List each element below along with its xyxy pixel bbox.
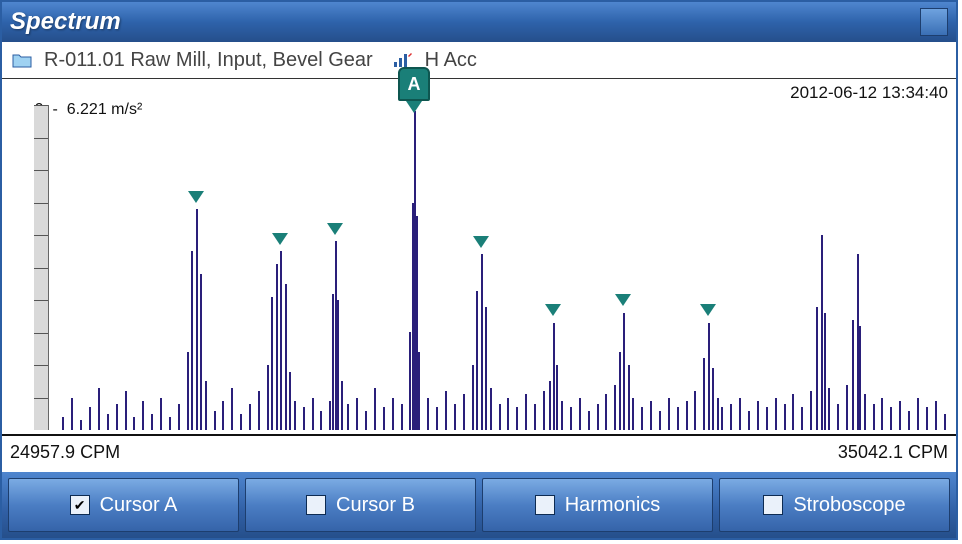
checkbox-icon [306,495,326,515]
cursor-a-button[interactable]: ✔ Cursor A [8,478,239,532]
checkbox-icon [535,495,555,515]
spectrum-series: A [54,105,952,430]
harmonic-marker-icon [188,191,204,203]
button-label: Cursor B [336,494,415,517]
chart-icon [393,52,413,68]
chart-area[interactable]: 0 - 6.221 m/s² 2012-06-12 13:34:40 A [2,81,956,436]
stroboscope-button[interactable]: Stroboscope [719,478,950,532]
harmonic-marker-icon [473,236,489,248]
x-axis-labels: 24957.9 CPM 35042.1 CPM [2,436,956,472]
button-label: Cursor A [100,494,178,517]
window-title: Spectrum [10,8,121,36]
cursor-a-badge: A [398,67,430,101]
harmonic-marker-icon [272,233,288,245]
checkbox-icon: ✔ [70,495,90,515]
minimize-button[interactable] [920,8,948,36]
cursor-b-button[interactable]: Cursor B [245,478,476,532]
button-label: Harmonics [565,494,661,517]
harmonic-marker-icon [327,223,343,235]
x-axis-max: 35042.1 CPM [838,442,948,463]
cursor-a-marker[interactable]: A [398,67,430,113]
harmonic-marker-icon [615,294,631,306]
button-label: Stroboscope [793,494,905,517]
checkbox-icon [763,495,783,515]
folder-icon [12,52,32,68]
x-axis-min: 24957.9 CPM [10,442,120,463]
timestamp: 2012-06-12 13:34:40 [790,83,948,103]
harmonic-marker-icon [545,304,561,316]
info-bar: R-011.01 Raw Mill, Input, Bevel Gear H A… [2,42,956,79]
spectrum-window: Spectrum R-011.01 Raw Mill, Input, Bevel… [0,0,958,540]
harmonics-button[interactable]: Harmonics [482,478,713,532]
measurement-path: R-011.01 Raw Mill, Input, Bevel Gear [44,49,373,72]
harmonic-marker-icon [700,304,716,316]
plot: A [34,105,952,430]
channel-label: H Acc [425,49,477,72]
y-axis-ticks [34,105,49,430]
toolbar: ✔ Cursor A Cursor B Harmonics Stroboscop… [2,472,956,538]
titlebar: Spectrum [2,2,956,42]
